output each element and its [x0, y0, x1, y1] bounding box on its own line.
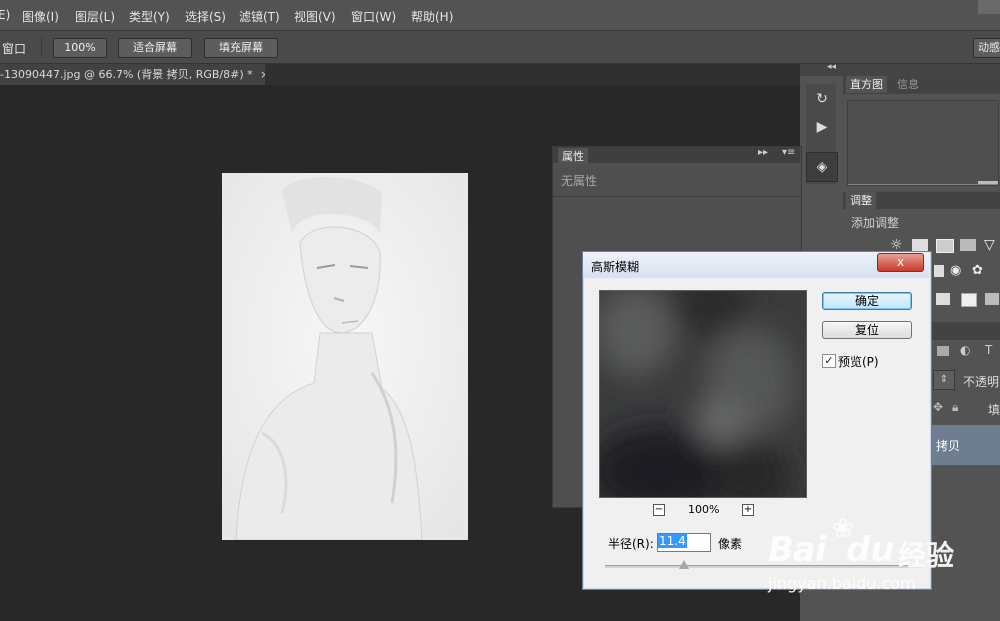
document-tab[interactable]: -13090447.jpg @ 66.7% (背景 拷贝, RGB/8#) * …: [0, 64, 265, 85]
panel-collapse-bar[interactable]: ◂◂: [800, 62, 1000, 76]
menu-type[interactable]: 类型(Y): [129, 8, 170, 25]
image-filter-icon[interactable]: [937, 346, 949, 356]
blur-preview[interactable]: [599, 290, 807, 498]
properties-titlebar: 属性 ▸▸ ▾≡: [553, 147, 800, 164]
menu-filter[interactable]: 滤镜(T): [239, 8, 280, 25]
preview-checkbox[interactable]: ✓: [822, 354, 836, 368]
options-bar: 窗口 100% 适合屏幕 填充屏幕 动感: [0, 31, 1000, 64]
threshold-icon[interactable]: [961, 293, 977, 307]
fill-screen-button[interactable]: 填充屏幕: [204, 38, 278, 58]
levels-icon[interactable]: [912, 239, 928, 251]
menu-image[interactable]: 图像(I): [22, 8, 59, 25]
watermark-brand-text: Bai: [768, 530, 827, 570]
curves-icon[interactable]: [936, 239, 954, 253]
blend-mode-dropdown[interactable]: ⇕: [933, 370, 955, 390]
layer-name: 拷贝: [936, 439, 961, 453]
lock-position-icon[interactable]: ✥: [933, 400, 943, 414]
panel-menu-icon[interactable]: ▾≡: [782, 147, 795, 158]
menu-help[interactable]: 帮助(H): [411, 8, 453, 25]
cube-icon[interactable]: ◈: [812, 157, 832, 177]
document-image: [222, 173, 468, 540]
ok-button[interactable]: 确定: [822, 292, 912, 310]
watermark-brand-text-2: du: [846, 530, 895, 570]
baidu-jingyan-watermark: Bai ❀ du 经验 jingyan.baidu.com: [768, 512, 968, 593]
menu-view[interactable]: 视图(V): [294, 8, 336, 25]
histogram-display: [847, 100, 999, 186]
menu-window[interactable]: 窗口(W): [351, 8, 396, 25]
menu-layer[interactable]: 图层(L): [75, 8, 115, 25]
type-filter-icon[interactable]: T: [985, 343, 992, 357]
tab-histogram[interactable]: 直方图: [846, 76, 887, 93]
vibrance-icon[interactable]: ▽: [984, 237, 995, 253]
posterize-icon[interactable]: [936, 293, 950, 305]
menu-edit[interactable]: E): [0, 8, 10, 22]
fit-screen-button[interactable]: 适合屏幕: [118, 38, 192, 58]
histogram-peak: [978, 181, 998, 184]
divider: [41, 37, 42, 57]
radius-input[interactable]: 11.4: [657, 533, 711, 552]
reset-button[interactable]: 复位: [822, 321, 912, 339]
selected-layer-row[interactable]: 拷贝: [930, 425, 1000, 465]
radius-unit-label: 像素: [718, 537, 743, 551]
channel-mixer-icon[interactable]: ✿: [972, 263, 983, 278]
tab-adjustments[interactable]: 调整: [846, 192, 876, 209]
no-properties-label: 无属性: [561, 174, 598, 188]
exposure-icon[interactable]: [960, 239, 976, 251]
zoom-100-button[interactable]: 100%: [53, 38, 107, 58]
hue-icon[interactable]: [934, 265, 944, 277]
zoom-in-button[interactable]: +: [742, 504, 754, 516]
radius-value: 11.4: [658, 534, 687, 548]
radius-label: 半径(R):: [608, 537, 654, 551]
zoom-out-button[interactable]: −: [653, 504, 665, 516]
preview-label: 预览(P): [838, 355, 879, 369]
blurred-preview-image: [600, 291, 806, 497]
fill-label: 填: [988, 403, 1000, 417]
zoom-level: 100%: [688, 503, 720, 516]
sketch-portrait: [222, 173, 468, 540]
add-adjustment-label: 添加调整: [851, 216, 900, 230]
histogram-baseline: [848, 184, 998, 185]
photo-filter-icon[interactable]: ◉: [950, 263, 961, 278]
panel-expand-icon[interactable]: ▸▸: [758, 147, 768, 158]
collapse-arrows-icon[interactable]: ◂◂: [827, 62, 836, 72]
history-icon[interactable]: ↻: [812, 89, 832, 109]
watermark-brand-cn: 经验: [898, 539, 955, 572]
dialog-title: 高斯模糊: [591, 260, 640, 274]
gradient-map-icon[interactable]: [985, 293, 999, 305]
adjustment-filter-icon[interactable]: ◐: [960, 343, 970, 357]
close-tab-icon[interactable]: ×: [260, 68, 265, 81]
opacity-label: 不透明: [963, 375, 1000, 389]
menu-bar: E) 图像(I) 图层(L) 类型(Y) 选择(S) 滤镜(T) 视图(V) 窗…: [0, 0, 1000, 31]
radius-slider-thumb[interactable]: [679, 560, 689, 569]
document-tab-title: -13090447.jpg @ 66.7% (背景 拷贝, RGB/8#) *: [0, 68, 253, 81]
resize-windows-label[interactable]: 窗口: [2, 40, 26, 57]
menu-select[interactable]: 选择(S): [185, 8, 226, 25]
watermark-url: jingyan.baidu.com: [768, 574, 916, 593]
workspace-button[interactable]: 动感: [973, 38, 1000, 58]
actions-play-icon[interactable]: ▶: [812, 117, 832, 137]
window-control-button[interactable]: [978, 0, 1000, 14]
properties-title: 属性: [558, 148, 588, 164]
divider: [553, 196, 799, 197]
tab-info[interactable]: 信息: [893, 76, 923, 93]
lock-all-icon[interactable]: 🔒︎: [952, 400, 958, 415]
close-icon[interactable]: x: [877, 253, 924, 272]
